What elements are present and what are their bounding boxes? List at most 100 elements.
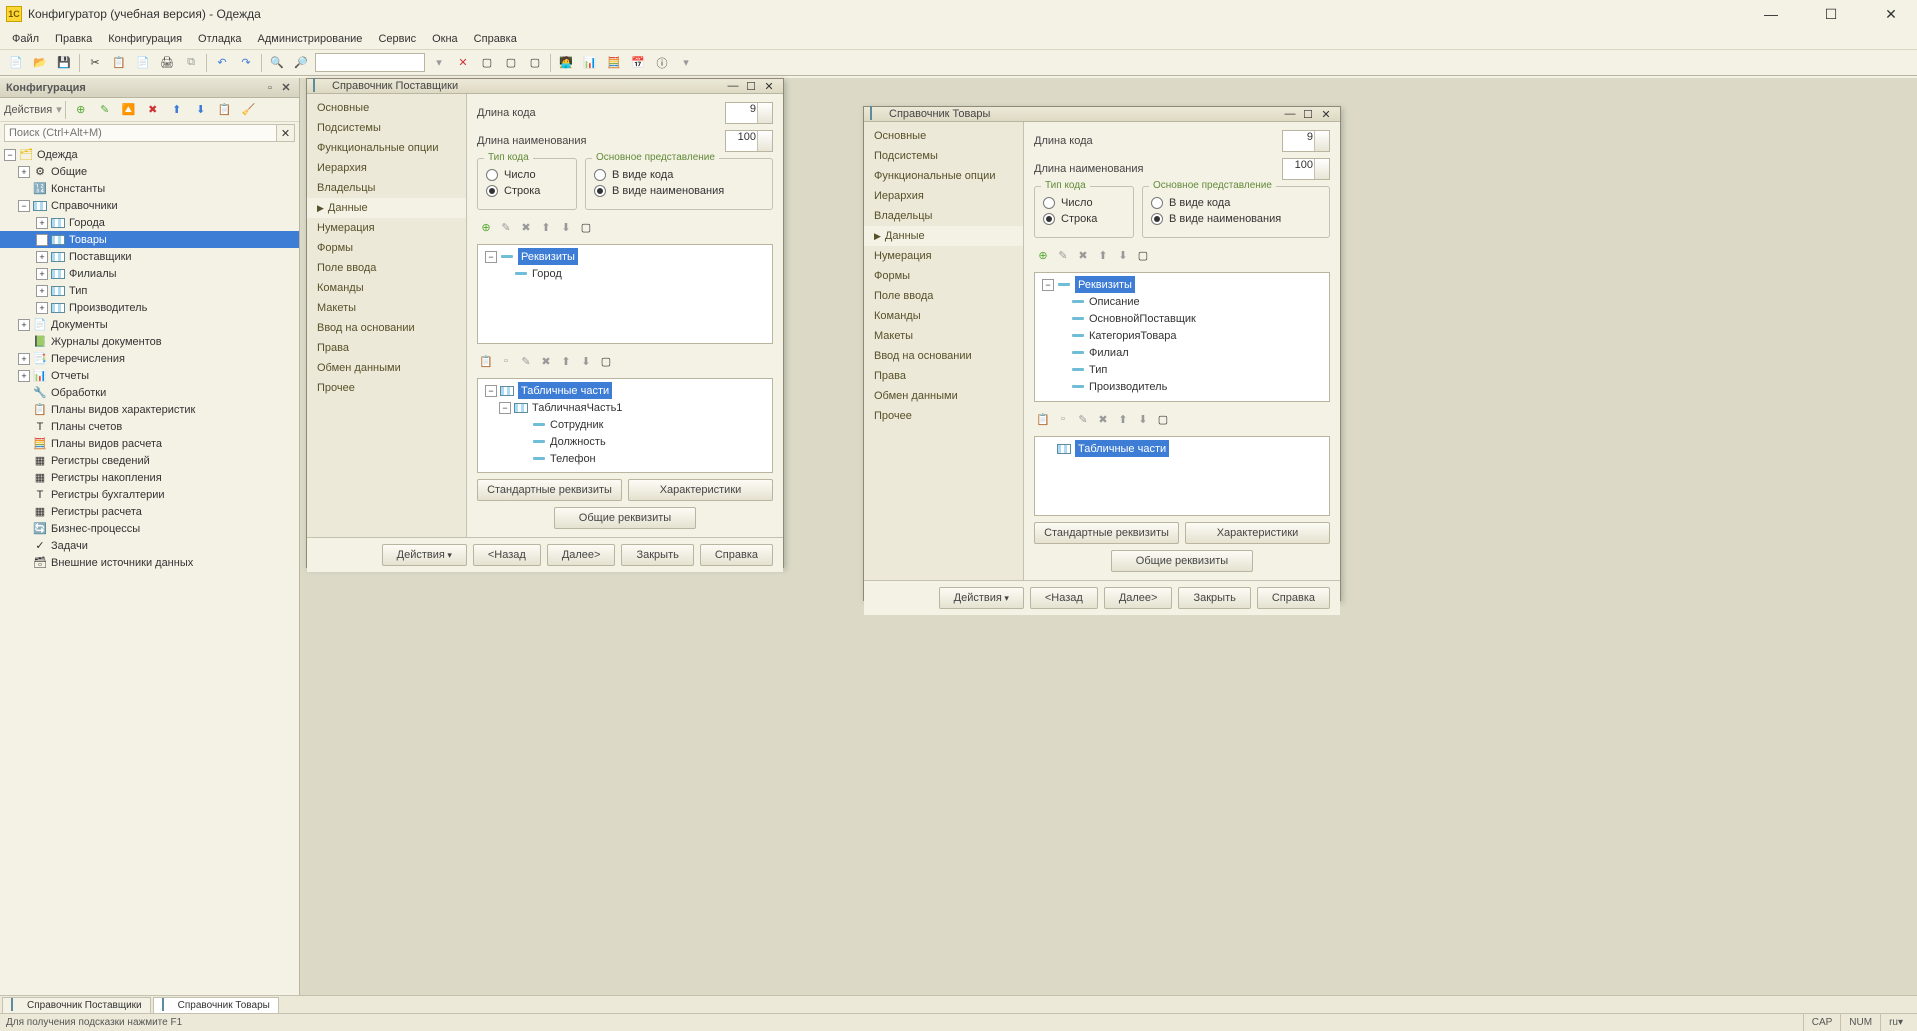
doc-nav-item[interactable]: Права — [864, 366, 1023, 386]
tabparts-list[interactable]: −Табличные части −ТабличнаяЧасть1 Сотруд… — [477, 378, 773, 473]
down-icon[interactable]: ⬇ — [190, 99, 212, 121]
doc-nav-item[interactable]: Нумерация — [864, 246, 1023, 266]
expand-icon[interactable]: − — [499, 402, 511, 414]
tree-item[interactable]: +Товары — [0, 231, 299, 248]
help-icon[interactable]: ⓘ — [651, 52, 673, 74]
doc-nav-item[interactable]: Иерархия — [307, 158, 466, 178]
menu-administration[interactable]: Администрирование — [250, 30, 371, 48]
up-icon[interactable]: ⬆ — [166, 99, 188, 121]
del-req-icon[interactable]: ✖ — [1074, 246, 1092, 264]
tree-item[interactable]: +⚙Общие — [0, 163, 299, 180]
tree-item[interactable]: +Тип — [0, 282, 299, 299]
tree-item[interactable]: +Производитель — [0, 299, 299, 316]
doc-nav-item[interactable]: Основные — [864, 126, 1023, 146]
find2-icon[interactable]: 🔎 — [290, 52, 312, 74]
characteristics-button[interactable]: Характеристики — [628, 479, 773, 501]
find-icon[interactable]: 🔍 — [266, 52, 288, 74]
requisite-item[interactable]: Описание — [1038, 293, 1326, 310]
expand-icon[interactable]: − — [4, 149, 16, 161]
config-search-input[interactable] — [4, 124, 277, 142]
menu-help[interactable]: Справка — [466, 30, 525, 48]
compare-icon[interactable]: ⧉ — [180, 52, 202, 74]
box2-icon[interactable]: ▢ — [500, 52, 522, 74]
next-button[interactable]: Далее> — [547, 544, 616, 566]
radio-as-name[interactable]: В виде наименования — [594, 185, 764, 197]
nav-up-icon[interactable]: 🔼 — [118, 99, 140, 121]
name-len-input[interactable]: 100 — [725, 130, 773, 152]
requisites-list[interactable]: −Реквизиты Город — [477, 244, 773, 344]
radio-as-name[interactable]: В виде наименования — [1151, 213, 1321, 225]
tabpart-col[interactable]: Сотрудник — [481, 416, 769, 433]
bottom-tab-suppliers[interactable]: Справочник Поставщики — [2, 997, 151, 1013]
doc-nav-item[interactable]: Владельцы — [864, 206, 1023, 226]
requisite-item[interactable]: Тип — [1038, 361, 1326, 378]
win-min-icon[interactable]: — — [1282, 107, 1298, 121]
toolbar-search-input[interactable] — [315, 53, 425, 72]
tree-item[interactable]: 📋Планы видов характеристик — [0, 401, 299, 418]
debug-step-icon[interactable]: 📊 — [579, 52, 601, 74]
menu-configuration[interactable]: Конфигурация — [100, 30, 190, 48]
expand-icon[interactable]: + — [18, 319, 30, 331]
save-icon[interactable]: 💾 — [53, 52, 75, 74]
code-len-input[interactable]: 9 — [725, 102, 773, 124]
win-close-icon[interactable]: ✕ — [761, 79, 777, 93]
actions-label[interactable]: Действия — [4, 104, 52, 116]
dropdown2-icon[interactable]: ▾ — [675, 52, 697, 74]
radio-number[interactable]: Число — [1043, 197, 1125, 209]
actions-dd-icon[interactable]: ▾ — [56, 103, 62, 116]
props-tab-icon[interactable]: ▢ — [597, 352, 615, 370]
cut-icon[interactable]: ✂ — [84, 52, 106, 74]
expand-icon[interactable]: − — [485, 385, 497, 397]
close-button[interactable]: Закрыть — [621, 544, 693, 566]
requisite-item[interactable]: Город — [481, 265, 769, 282]
debug-start-icon[interactable]: 🧑‍💻 — [555, 52, 577, 74]
expand-icon[interactable]: + — [36, 234, 48, 246]
up-tab-icon[interactable]: ⬆ — [557, 352, 575, 370]
expand-icon[interactable]: + — [18, 353, 30, 365]
doc-nav-item[interactable]: Права — [307, 338, 466, 358]
tree-item[interactable]: 🔧Обработки — [0, 384, 299, 401]
doc-nav-item[interactable]: Функциональные опции — [864, 166, 1023, 186]
win-min-icon[interactable]: — — [725, 79, 741, 93]
expand-icon[interactable]: + — [36, 217, 48, 229]
common-requisites-button[interactable]: Общие реквизиты — [1111, 550, 1253, 572]
up-req-icon[interactable]: ⬆ — [537, 218, 555, 236]
requisites-list[interactable]: −Реквизиты ОписаниеОсновнойПоставщикКате… — [1034, 272, 1330, 402]
down-req-icon[interactable]: ⬇ — [557, 218, 575, 236]
next-button[interactable]: Далее> — [1104, 587, 1173, 609]
doc-nav-item[interactable]: Формы — [307, 238, 466, 258]
search-clear-icon[interactable]: ✕ — [277, 124, 295, 142]
doc-nav-item[interactable]: Команды — [307, 278, 466, 298]
doc-nav-item[interactable]: Нумерация — [307, 218, 466, 238]
up-req-icon[interactable]: ⬆ — [1094, 246, 1112, 264]
add-req-icon[interactable]: ⊕ — [477, 218, 495, 236]
edit-tab-icon[interactable]: ✎ — [517, 352, 535, 370]
requisite-item[interactable]: Филиал — [1038, 344, 1326, 361]
tabpart-col[interactable]: Должность — [481, 433, 769, 450]
props-req-icon[interactable]: ▢ — [1134, 246, 1152, 264]
doc-nav-item[interactable]: Ввод на основании — [307, 318, 466, 338]
tree-item[interactable]: −Справочники — [0, 197, 299, 214]
tree-item[interactable]: ТРегистры бухгалтерии — [0, 486, 299, 503]
requisites-header[interactable]: Реквизиты — [1075, 276, 1135, 293]
config-tree[interactable]: − 🗂 Одежда +⚙Общие🔢Константы−Справочники… — [0, 144, 299, 995]
close-button[interactable]: Закрыть — [1178, 587, 1250, 609]
panel-close-icon[interactable]: ✕ — [279, 81, 293, 95]
print-icon[interactable]: 🖨 — [156, 52, 178, 74]
tree-item[interactable]: +📊Отчеты — [0, 367, 299, 384]
tree-item[interactable]: +📑Перечисления — [0, 350, 299, 367]
tree-item[interactable]: ▦Регистры расчета — [0, 503, 299, 520]
common-requisites-button[interactable]: Общие реквизиты — [554, 507, 696, 529]
tabparts-header[interactable]: Табличные части — [1075, 440, 1169, 457]
edit-tab-icon[interactable]: ✎ — [1074, 410, 1092, 428]
props-tab-icon[interactable]: ▢ — [1154, 410, 1172, 428]
tree-item[interactable]: +Города — [0, 214, 299, 231]
down-tab-icon[interactable]: ⬇ — [577, 352, 595, 370]
dropdown-icon[interactable]: ▾ — [428, 52, 450, 74]
menu-service[interactable]: Сервис — [370, 30, 424, 48]
expand-icon[interactable]: − — [18, 200, 30, 212]
doc-nav-item[interactable]: Основные — [307, 98, 466, 118]
add-col-icon[interactable]: ▫ — [497, 352, 515, 370]
tree-item[interactable]: ✓Задачи — [0, 537, 299, 554]
actions-button[interactable]: Действия — [382, 544, 467, 566]
